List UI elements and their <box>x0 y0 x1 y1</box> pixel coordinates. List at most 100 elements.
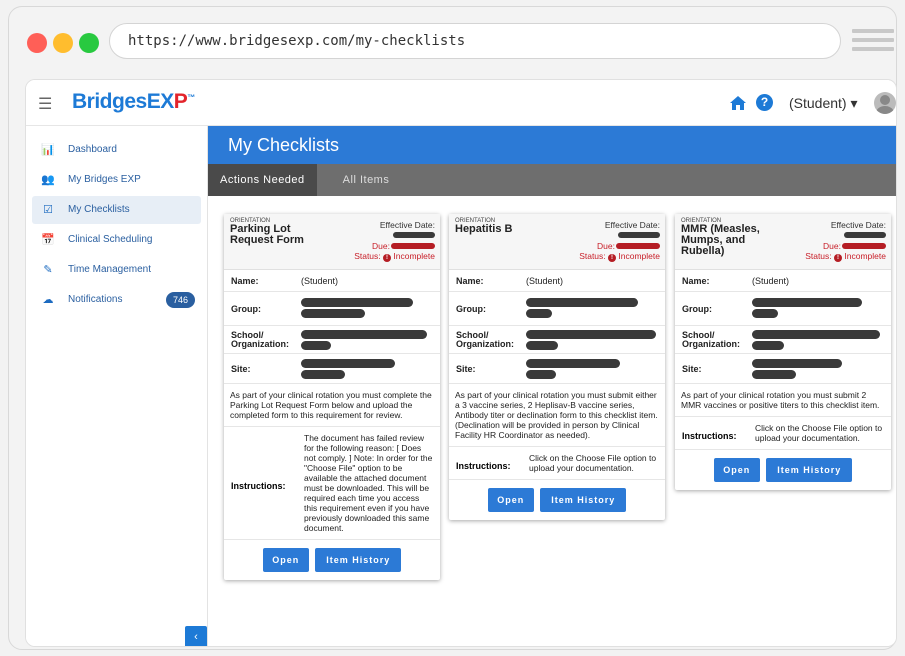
redacted-school <box>301 341 331 350</box>
item-history-button[interactable]: Item History <box>315 548 402 572</box>
school-row: School/ Organization: <box>449 326 665 354</box>
redacted-due-date <box>842 243 886 249</box>
open-button[interactable]: Open <box>262 548 309 572</box>
sidebar-item-time-management[interactable]: ✎ Time Management <box>32 256 201 284</box>
instructions-text: The document has failed review for the f… <box>304 433 433 533</box>
sidebar-item-dashboard[interactable]: 📊 Dashboard <box>32 136 201 164</box>
instructions-text: Click on the Choose File option to uploa… <box>529 453 657 473</box>
instructions-row: Instructions: Click on the Choose File o… <box>449 447 665 480</box>
redacted-school <box>752 341 784 350</box>
redacted-due-date <box>391 243 435 249</box>
school-row: School/ Organization: <box>675 326 891 354</box>
help-icon[interactable]: ? <box>756 94 773 111</box>
app-window: ☰ BridgesEXP™ ? (Student) ▾ 📊 Dashboard … <box>25 79 897 647</box>
alert-icon: ! <box>834 254 843 262</box>
card-header: ORIENTATION Hepatitis B Effective Date: … <box>449 214 665 270</box>
alert-icon: ! <box>608 254 617 262</box>
redacted-school <box>752 330 880 339</box>
instructions-text: Click on the Choose File option to uploa… <box>755 423 883 443</box>
card-header: ORIENTATION Parking Lot Request Form Eff… <box>224 214 440 270</box>
group-row: Group: <box>675 292 891 326</box>
close-window-button[interactable] <box>27 33 47 53</box>
address-bar[interactable]: https://www.bridgesexp.com/my-checklists <box>109 23 841 59</box>
sidebar-item-notifications[interactable]: ☁ Notifications 746 <box>32 286 201 314</box>
home-icon[interactable] <box>729 94 747 112</box>
sidebar-item-label: Dashboard <box>68 144 117 155</box>
checklist-card-parking-lot: ORIENTATION Parking Lot Request Form Eff… <box>224 214 440 580</box>
name-row: Name: (Student) <box>675 270 891 292</box>
redacted-site <box>301 359 395 368</box>
sidebar: 📊 Dashboard 👥 My Bridges EXP ☑ My Checkl… <box>26 126 208 646</box>
checklist-card-hepatitis-b: ORIENTATION Hepatitis B Effective Date: … <box>449 214 665 520</box>
sidebar-item-my-checklists[interactable]: ☑ My Checklists <box>32 196 201 224</box>
card-actions: Open Item History <box>224 540 440 580</box>
effective-date-label: Effective Date: <box>830 220 886 230</box>
tab-actions-needed[interactable]: Actions Needed <box>208 164 317 196</box>
checklist-card-mmr: ORIENTATION MMR (Measles, Mumps, and Rub… <box>675 214 891 490</box>
redacted-site <box>752 370 796 379</box>
alert-icon: ! <box>383 254 392 262</box>
redacted-site <box>752 359 842 368</box>
open-button[interactable]: Open <box>487 488 534 512</box>
item-history-button[interactable]: Item History <box>766 458 853 482</box>
sidebar-item-my-bridges-exp[interactable]: 👥 My Bridges EXP <box>32 166 201 194</box>
browser-menu-icon[interactable] <box>852 29 894 55</box>
site-row: Site: <box>224 354 440 384</box>
sidebar-item-label: Time Management <box>68 264 151 275</box>
users-icon: 👥 <box>41 174 55 186</box>
effective-date-label: Effective Date: <box>379 220 435 230</box>
hamburger-menu-icon[interactable]: ☰ <box>38 94 52 114</box>
tab-all-items[interactable]: All Items <box>317 164 402 196</box>
user-menu[interactable]: (Student) ▾ <box>789 95 858 112</box>
minimize-window-button[interactable] <box>53 33 73 53</box>
redacted-site <box>526 370 556 379</box>
sidebar-item-label: Clinical Scheduling <box>68 234 153 245</box>
instructions-row: Instructions: Click on the Choose File o… <box>675 417 891 450</box>
sidebar-item-label: My Checklists <box>68 204 130 215</box>
redacted-due-date <box>616 243 660 249</box>
instructions-row: Instructions: The document has failed re… <box>224 427 440 540</box>
open-button[interactable]: Open <box>713 458 760 482</box>
notification-count-badge: 746 <box>165 292 195 308</box>
school-row: School/ Organization: <box>224 326 440 354</box>
edit-icon: ✎ <box>43 264 53 276</box>
redacted-group <box>752 309 778 318</box>
redacted-school <box>526 341 558 350</box>
name-row: Name: (Student) <box>449 270 665 292</box>
site-row: Site: <box>449 354 665 384</box>
sidebar-item-clinical-scheduling[interactable]: 📅 Clinical Scheduling <box>32 226 201 254</box>
item-history-button[interactable]: Item History <box>540 488 627 512</box>
due-label: Due: <box>597 241 615 251</box>
card-description: As part of your clinical rotation you mu… <box>675 384 891 417</box>
collapse-sidebar-button[interactable]: ‹ <box>185 626 207 646</box>
status-badge: Status: ! Incomplete <box>354 251 435 262</box>
redacted-site <box>526 359 620 368</box>
card-title: Parking Lot Request Form <box>230 223 304 246</box>
bridges-exp-logo[interactable]: BridgesEXP™ <box>72 90 195 114</box>
group-row: Group: <box>449 292 665 326</box>
redacted-effective-date <box>393 232 435 238</box>
checkbox-icon: ☑ <box>43 204 53 216</box>
name-row: Name: (Student) <box>224 270 440 292</box>
maximize-window-button[interactable] <box>79 33 99 53</box>
status-badge: Status: ! Incomplete <box>579 251 660 262</box>
redacted-group <box>752 298 862 307</box>
due-label: Due: <box>823 241 841 251</box>
top-bar: ☰ BridgesEXP™ ? (Student) ▾ <box>26 80 896 126</box>
chart-icon: 📊 <box>41 144 55 156</box>
avatar[interactable] <box>874 92 896 114</box>
sidebar-item-label: Notifications <box>68 294 123 305</box>
redacted-group <box>526 298 638 307</box>
redacted-group <box>301 298 413 307</box>
card-title: MMR (Measles, Mumps, and Rubella) <box>681 223 760 257</box>
card-actions: Open Item History <box>449 480 665 520</box>
calendar-icon: 📅 <box>41 234 55 246</box>
due-label: Due: <box>372 241 390 251</box>
card-description: As part of your clinical rotation you mu… <box>224 384 440 427</box>
redacted-site <box>301 370 345 379</box>
card-description: As part of your clinical rotation you mu… <box>449 384 665 447</box>
page-title: My Checklists <box>208 126 896 164</box>
redacted-school <box>301 330 427 339</box>
redacted-effective-date <box>844 232 886 238</box>
site-row: Site: <box>675 354 891 384</box>
